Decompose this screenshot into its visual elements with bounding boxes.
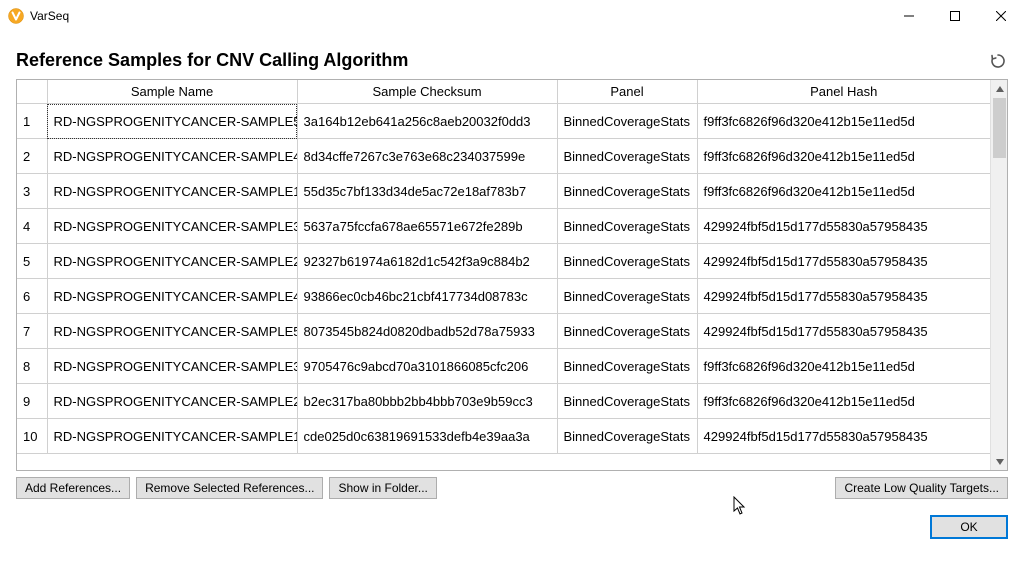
show-in-folder-button[interactable]: Show in Folder...: [329, 477, 436, 499]
add-references-button[interactable]: Add References...: [16, 477, 130, 499]
column-header-panel-hash[interactable]: Panel Hash: [697, 80, 990, 104]
table-row[interactable]: 5RD-NGSPROGENITYCANCER-SAMPLE292327b6197…: [17, 244, 990, 279]
row-number-cell: 7: [17, 314, 47, 349]
row-number-cell: 6: [17, 279, 47, 314]
row-number-cell: 2: [17, 139, 47, 174]
scroll-thumb[interactable]: [993, 98, 1006, 158]
panel-hash-cell[interactable]: f9ff3fc6826f96d320e412b15e11ed5d: [697, 384, 990, 419]
row-number-cell: 8: [17, 349, 47, 384]
row-number-cell: 1: [17, 104, 47, 139]
sample-checksum-cell[interactable]: b2ec317ba80bbb2bb4bbb703e9b59cc3: [297, 384, 557, 419]
sample-checksum-cell[interactable]: 92327b61974a6182d1c542f3a9c884b2: [297, 244, 557, 279]
sample-name-cell[interactable]: RD-NGSPROGENITYCANCER-SAMPLE1: [47, 419, 297, 454]
table-row[interactable]: 4RD-NGSPROGENITYCANCER-SAMPLE35637a75fcc…: [17, 209, 990, 244]
panel-cell[interactable]: BinnedCoverageStats: [557, 209, 697, 244]
panel-cell[interactable]: BinnedCoverageStats: [557, 314, 697, 349]
ok-button[interactable]: OK: [930, 515, 1008, 539]
sample-checksum-cell[interactable]: 93866ec0cb46bc21cbf417734d08783c: [297, 279, 557, 314]
panel-cell[interactable]: BinnedCoverageStats: [557, 279, 697, 314]
panel-hash-cell[interactable]: f9ff3fc6826f96d320e412b15e11ed5d: [697, 104, 990, 139]
create-low-quality-targets-button[interactable]: Create Low Quality Targets...: [835, 477, 1008, 499]
table-row[interactable]: 3RD-NGSPROGENITYCANCER-SAMPLE155d35c7bf1…: [17, 174, 990, 209]
panel-hash-cell[interactable]: 429924fbf5d15d177d55830a57958435: [697, 279, 990, 314]
panel-cell[interactable]: BinnedCoverageStats: [557, 384, 697, 419]
sample-checksum-cell[interactable]: cde025d0c63819691533defb4e39aa3a: [297, 419, 557, 454]
table-row[interactable]: 6RD-NGSPROGENITYCANCER-SAMPLE493866ec0cb…: [17, 279, 990, 314]
panel-hash-cell[interactable]: f9ff3fc6826f96d320e412b15e11ed5d: [697, 139, 990, 174]
sample-name-cell[interactable]: RD-NGSPROGENITYCANCER-SAMPLE2: [47, 384, 297, 419]
vertical-scrollbar[interactable]: [990, 80, 1007, 470]
row-number-cell: 9: [17, 384, 47, 419]
sample-name-cell[interactable]: RD-NGSPROGENITYCANCER-SAMPLE3: [47, 209, 297, 244]
panel-cell[interactable]: BinnedCoverageStats: [557, 244, 697, 279]
panel-cell[interactable]: BinnedCoverageStats: [557, 419, 697, 454]
panel-hash-cell[interactable]: f9ff3fc6826f96d320e412b15e11ed5d: [697, 174, 990, 209]
maximize-button[interactable]: [932, 0, 978, 32]
title-bar: VarSeq: [0, 0, 1024, 32]
column-header-sample-name[interactable]: Sample Name: [47, 80, 297, 104]
table-row[interactable]: 7RD-NGSPROGENITYCANCER-SAMPLE58073545b82…: [17, 314, 990, 349]
sample-checksum-cell[interactable]: 9705476c9abcd70a3101866085cfc206: [297, 349, 557, 384]
page-title: Reference Samples for CNV Calling Algori…: [16, 50, 408, 71]
scroll-up-arrow[interactable]: [991, 80, 1008, 97]
sample-checksum-cell[interactable]: 8d34cffe7267c3e763e68c234037599e: [297, 139, 557, 174]
sample-checksum-cell[interactable]: 3a164b12eb641a256c8aeb20032f0dd3: [297, 104, 557, 139]
panel-hash-cell[interactable]: 429924fbf5d15d177d55830a57958435: [697, 314, 990, 349]
minimize-button[interactable]: [886, 0, 932, 32]
row-number-cell: 5: [17, 244, 47, 279]
panel-cell[interactable]: BinnedCoverageStats: [557, 174, 697, 209]
column-header-sample-checksum[interactable]: Sample Checksum: [297, 80, 557, 104]
panel-cell[interactable]: BinnedCoverageStats: [557, 349, 697, 384]
sample-name-cell[interactable]: RD-NGSPROGENITYCANCER-SAMPLE2: [47, 244, 297, 279]
sample-name-cell[interactable]: RD-NGSPROGENITYCANCER-SAMPLE5: [47, 104, 297, 139]
panel-hash-cell[interactable]: 429924fbf5d15d177d55830a57958435: [697, 419, 990, 454]
table-row[interactable]: 1RD-NGSPROGENITYCANCER-SAMPLE53a164b12eb…: [17, 104, 990, 139]
remove-selected-references-button[interactable]: Remove Selected References...: [136, 477, 323, 499]
table-row[interactable]: 10RD-NGSPROGENITYCANCER-SAMPLE1cde025d0c…: [17, 419, 990, 454]
scroll-down-arrow[interactable]: [991, 453, 1008, 470]
app-icon: [8, 8, 24, 24]
sample-checksum-cell[interactable]: 55d35c7bf133d34de5ac72e18af783b7: [297, 174, 557, 209]
sample-checksum-cell[interactable]: 8073545b824d0820dbadb52d78a75933: [297, 314, 557, 349]
column-header-panel[interactable]: Panel: [557, 80, 697, 104]
row-number-header[interactable]: [17, 80, 47, 104]
sample-name-cell[interactable]: RD-NGSPROGENITYCANCER-SAMPLE4: [47, 139, 297, 174]
reference-samples-table[interactable]: Sample Name Sample Checksum Panel Panel …: [16, 79, 1008, 471]
panel-hash-cell[interactable]: 429924fbf5d15d177d55830a57958435: [697, 209, 990, 244]
table-row[interactable]: 9RD-NGSPROGENITYCANCER-SAMPLE2b2ec317ba8…: [17, 384, 990, 419]
sample-name-cell[interactable]: RD-NGSPROGENITYCANCER-SAMPLE1: [47, 174, 297, 209]
sample-name-cell[interactable]: RD-NGSPROGENITYCANCER-SAMPLE4: [47, 279, 297, 314]
sample-name-cell[interactable]: RD-NGSPROGENITYCANCER-SAMPLE3: [47, 349, 297, 384]
panel-hash-cell[interactable]: 429924fbf5d15d177d55830a57958435: [697, 244, 990, 279]
table-row[interactable]: 8RD-NGSPROGENITYCANCER-SAMPLE39705476c9a…: [17, 349, 990, 384]
table-row[interactable]: 2RD-NGSPROGENITYCANCER-SAMPLE48d34cffe72…: [17, 139, 990, 174]
refresh-button[interactable]: [988, 51, 1008, 71]
close-button[interactable]: [978, 0, 1024, 32]
panel-hash-cell[interactable]: f9ff3fc6826f96d320e412b15e11ed5d: [697, 349, 990, 384]
panel-cell[interactable]: BinnedCoverageStats: [557, 139, 697, 174]
row-number-cell: 10: [17, 419, 47, 454]
panel-cell[interactable]: BinnedCoverageStats: [557, 104, 697, 139]
row-number-cell: 4: [17, 209, 47, 244]
row-number-cell: 3: [17, 174, 47, 209]
sample-name-cell[interactable]: RD-NGSPROGENITYCANCER-SAMPLE5: [47, 314, 297, 349]
sample-checksum-cell[interactable]: 5637a75fccfa678ae65571e672fe289b: [297, 209, 557, 244]
window-title: VarSeq: [30, 9, 69, 23]
